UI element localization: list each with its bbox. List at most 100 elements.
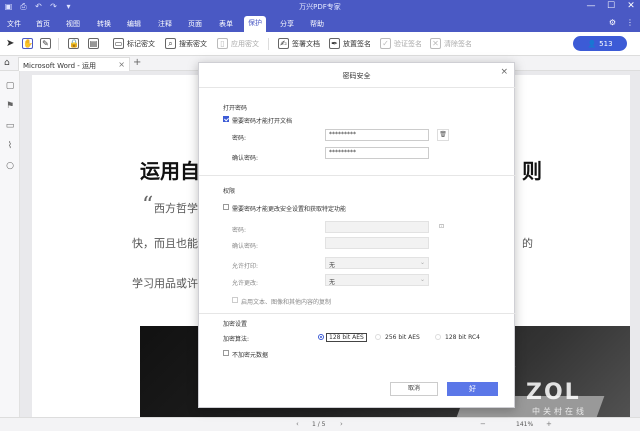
- share-button[interactable]: 👤 513: [573, 36, 627, 51]
- menu-home[interactable]: 首页: [33, 17, 53, 31]
- enable-copy-label: 启用文本、图像和其他内容的复制: [241, 299, 332, 306]
- divider: [199, 175, 516, 176]
- close-icon[interactable]: ×: [500, 67, 508, 77]
- status-bar: ‹ 1 / 5 › − 141% +: [0, 417, 640, 431]
- menu-protect[interactable]: 保护: [244, 16, 266, 32]
- maximize-icon[interactable]: ☐: [606, 1, 616, 12]
- redact-search-button[interactable]: ⌕ 搜索密文: [165, 38, 207, 49]
- permissions-password-label: 密码:: [232, 227, 247, 234]
- zoom-in-icon[interactable]: +: [546, 420, 552, 428]
- aes128-radio[interactable]: [318, 334, 324, 340]
- close-icon[interactable]: ✕: [626, 1, 636, 12]
- open-password-label: 密码:: [232, 135, 247, 142]
- select-tool[interactable]: ➤: [6, 38, 14, 49]
- prev-page-icon[interactable]: ‹: [296, 420, 299, 428]
- open-password-field[interactable]: *********: [325, 129, 429, 141]
- redact-mark-icon: ▭: [113, 38, 124, 49]
- window-controls: — ☐ ✕: [586, 1, 636, 12]
- toolbar-separator: [268, 38, 269, 50]
- page-indicator[interactable]: 1 / 5: [312, 421, 325, 428]
- menu-file[interactable]: 文件: [4, 17, 24, 31]
- enable-copy-checkbox[interactable]: [232, 297, 238, 303]
- menu-annotate[interactable]: 注释: [155, 17, 175, 31]
- lock-icon: ⊡: [439, 223, 445, 230]
- title-bar: ▣ ⎙ ↶ ↷ ▾ 万兴PDF专家 — ☐ ✕: [0, 0, 640, 14]
- more-icon[interactable]: ⋮: [626, 18, 634, 27]
- search-icon[interactable]: ○: [5, 161, 15, 171]
- encryption-algorithm-label: 加密算法:: [223, 336, 250, 343]
- cancel-button[interactable]: 取消: [390, 382, 438, 396]
- rc4-label: 128 bit RC4: [445, 334, 480, 341]
- no-encrypt-metadata-checkbox[interactable]: [223, 350, 229, 356]
- permissions-section-title: 权限: [223, 188, 236, 195]
- redact-mark-label: 标记密文: [127, 39, 155, 48]
- menu-right-icons: ⚙ ⋮: [609, 18, 634, 27]
- encryption-section-title: 加密设置: [223, 321, 248, 328]
- sign-document-icon: ✍: [278, 38, 289, 49]
- no-encrypt-metadata-label: 不加密元数据: [232, 352, 269, 359]
- document-lock-icon: ▤: [88, 38, 99, 49]
- password-security-dialog: 密码安全 × 打开密码 需要密码才能打开文档 密码: ********* 🗑 确…: [198, 62, 516, 408]
- edit-tool[interactable]: ✎: [40, 38, 51, 49]
- allow-print-value: 无: [329, 262, 336, 269]
- app-title: 万兴PDF专家: [299, 3, 341, 11]
- aes256-radio[interactable]: [375, 334, 381, 340]
- menu-help[interactable]: 帮助: [307, 17, 327, 31]
- permissions-password-field[interactable]: [325, 221, 429, 233]
- allow-change-select[interactable]: 无 ⌄: [325, 274, 429, 286]
- redact-search-icon: ⌕: [165, 38, 176, 49]
- minimize-icon[interactable]: —: [586, 1, 596, 12]
- place-signature-button[interactable]: ✒ 放置签名: [329, 38, 371, 49]
- delete-icon[interactable]: 🗑: [437, 129, 449, 141]
- confirm-password-field[interactable]: *********: [325, 147, 429, 159]
- toolbar-separator: [58, 38, 59, 50]
- bookmark-icon[interactable]: ⚑: [5, 101, 15, 111]
- settings-icon[interactable]: ⚙: [609, 18, 616, 27]
- thumbnail-icon[interactable]: ▢: [5, 81, 15, 91]
- user-icon: 👤: [587, 39, 597, 48]
- permission-tool[interactable]: ▤: [88, 38, 99, 49]
- zol-watermark-logo: ZOL: [526, 380, 581, 405]
- require-open-password-label: 需要密码才能打开文档: [232, 118, 293, 125]
- attachment-icon[interactable]: ⌇: [5, 141, 15, 151]
- lock-icon: 🔒: [68, 38, 79, 49]
- ok-button[interactable]: 好: [447, 382, 498, 396]
- hand-icon: ✋: [22, 38, 33, 49]
- menu-convert[interactable]: 转换: [94, 17, 114, 31]
- hand-tool[interactable]: ✋: [22, 38, 33, 49]
- ribbon-toolbar: ➤ ✋ ✎ 🔒 ▤ ▭ 标记密文 ⌕ 搜索密文 ▯ 应用密文 ✍ 签署文档 ✒ …: [0, 32, 640, 56]
- divider: [199, 87, 516, 88]
- chevron-down-icon: ⌄: [419, 259, 425, 266]
- verify-signature-button[interactable]: ✓ 验证签名: [380, 38, 422, 49]
- chevron-down-icon: ⌄: [419, 276, 425, 283]
- require-open-password-checkbox[interactable]: [223, 116, 229, 122]
- document-tab[interactable]: Microsoft Word - 运用自...docx ×: [18, 57, 130, 80]
- allow-print-select[interactable]: 无 ⌄: [325, 257, 429, 269]
- sign-document-button[interactable]: ✍ 签署文档: [278, 38, 320, 49]
- comment-icon[interactable]: ▭: [5, 121, 15, 131]
- sign-document-label: 签署文档: [292, 39, 320, 48]
- redact-mark-button[interactable]: ▭ 标记密文: [113, 38, 155, 49]
- zoom-level[interactable]: 141%: [516, 421, 533, 428]
- menu-edit[interactable]: 编辑: [124, 17, 144, 31]
- place-signature-label: 放置签名: [343, 39, 371, 48]
- permissions-confirm-field[interactable]: [325, 237, 429, 249]
- tab-close-icon[interactable]: ×: [118, 60, 125, 69]
- lock-tool[interactable]: 🔒: [68, 38, 79, 49]
- new-tab-button[interactable]: +: [133, 57, 141, 68]
- next-page-icon[interactable]: ›: [340, 420, 343, 428]
- menu-view[interactable]: 视图: [63, 17, 83, 31]
- zoom-out-icon[interactable]: −: [480, 420, 486, 428]
- home-icon[interactable]: ⌂: [4, 58, 10, 68]
- allow-print-label: 允许打印:: [232, 263, 259, 270]
- menu-form[interactable]: 表单: [216, 17, 236, 31]
- zol-watermark-text: 中关村在线: [532, 407, 587, 416]
- menu-page[interactable]: 页面: [185, 17, 205, 31]
- allow-change-value: 无: [329, 279, 336, 286]
- redact-apply-button[interactable]: ▯ 应用密文: [217, 38, 259, 49]
- rc4-radio[interactable]: [435, 334, 441, 340]
- clear-signature-button[interactable]: ✕ 清除签名: [430, 38, 472, 49]
- open-password-section-title: 打开密码: [223, 105, 248, 112]
- require-permissions-password-checkbox[interactable]: [223, 204, 229, 210]
- menu-share[interactable]: 分享: [277, 17, 297, 31]
